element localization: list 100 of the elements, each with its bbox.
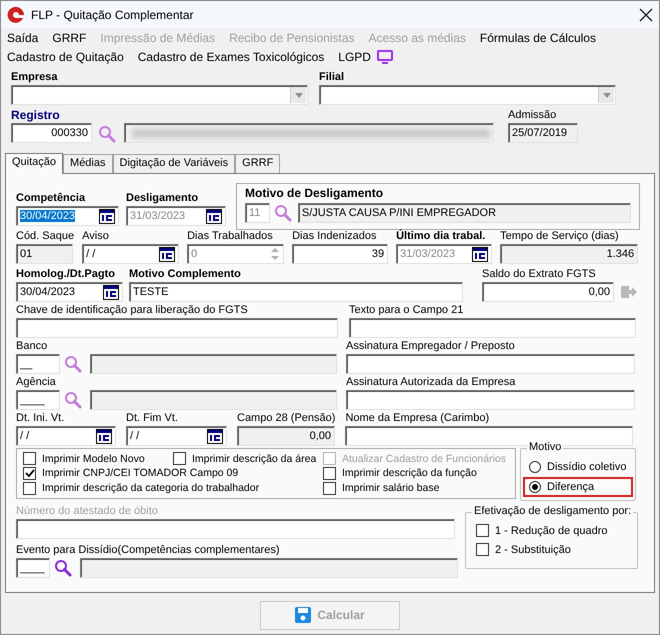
search-icon[interactable] [54, 559, 72, 577]
group-title: Motivo de Desligamento [245, 186, 384, 200]
tab[interactable]: Médias [63, 154, 112, 173]
checkbox[interactable] [476, 524, 489, 537]
checkbox[interactable] [173, 452, 186, 466]
monitor-icon[interactable] [376, 50, 393, 64]
field-label: Agência [16, 375, 57, 389]
group-title: Motivo [527, 441, 564, 453]
checkbox[interactable] [23, 482, 36, 495]
checkbox[interactable] [23, 466, 36, 480]
field-label: Registro [11, 108, 61, 122]
menu-item[interactable]: Saída [7, 30, 38, 44]
field-label: Saldo do Extrato FGTS [482, 267, 597, 281]
field-label: Dias Indenizados [292, 229, 378, 243]
text-field[interactable] [349, 318, 636, 338]
field-label: Tempo de Serviço (dias) [500, 229, 620, 243]
text-field[interactable] [16, 519, 455, 539]
text-field[interactable]: TESTE [129, 282, 463, 302]
field-label: Homolog./Dt.Pagto [16, 267, 116, 281]
date-field[interactable]: / / [126, 426, 227, 446]
text-field[interactable]: 0,00 [237, 426, 335, 446]
field-label: Assinatura Autorizada da Empresa [346, 375, 516, 389]
radio[interactable] [529, 481, 541, 493]
checkbox-option[interactable]: Imprimir descrição da área [173, 452, 316, 466]
field-label: Dias Trabalhados [187, 229, 274, 243]
search-icon[interactable] [274, 204, 292, 222]
dropdown-field[interactable] [11, 85, 308, 105]
search-icon[interactable] [64, 355, 82, 373]
field-label: Competência [16, 191, 86, 205]
checkbox-option[interactable]: Imprimir descrição da função [323, 466, 477, 480]
field-label: Assinatura Empregador / Preposto [346, 339, 516, 353]
dropdown-arrow-icon[interactable] [602, 92, 610, 98]
code-field[interactable]: ____ [16, 558, 50, 578]
field-label: Último dia trabal. [396, 229, 486, 243]
text-field[interactable]: 000330 [11, 123, 92, 143]
checkbox-option[interactable]: Imprimir descrição da categoria do trabalhador [23, 481, 260, 495]
window-title: FLP - Quitação Complementar [31, 8, 195, 22]
field-label: Dt. Ini. Vt. [16, 411, 66, 425]
field-label: Banco [16, 339, 48, 353]
field-label: Nome da Empresa (Carimbo) [345, 411, 490, 425]
field-label: Motivo Complemento [129, 267, 242, 281]
calendar-icon[interactable] [99, 208, 115, 224]
tab[interactable]: Quitação [5, 153, 64, 174]
field-label: Chave de identificação para liberação do FGTS [16, 303, 249, 317]
checkbox-option[interactable]: Imprimir CNPJ/CEI TOMADOR Campo 09 [23, 466, 238, 480]
field-label: Dt. Fim Vt. [126, 411, 179, 425]
text-field[interactable]: 1.346 [500, 244, 638, 264]
text-field[interactable] [346, 390, 635, 410]
dropdown-arrow-icon[interactable] [294, 92, 302, 98]
checkbox-option[interactable]: 1 - Redução de quadro [476, 524, 631, 537]
text-field[interactable] [346, 354, 635, 374]
date-field[interactable]: 25/07/2019 [508, 123, 578, 143]
calendar-icon[interactable] [207, 428, 223, 444]
field-label: Cód. Saque [16, 229, 74, 243]
field-label: Admissão [508, 108, 558, 122]
field-label: Evento para Dissídio(Competências complementares) [16, 543, 281, 557]
date-field[interactable]: / / [16, 426, 116, 446]
code-field[interactable]: ____ [16, 390, 60, 410]
checkbox[interactable] [476, 543, 489, 556]
checkbox-option[interactable]: Imprimir Modelo Novo [23, 452, 145, 466]
field-label: Número do atestado de óbito [16, 504, 159, 518]
date-field[interactable]: 30/04/2023 [16, 206, 119, 226]
tab[interactable]: GRRF [235, 154, 280, 173]
field-label: Texto para o Campo 21 [349, 303, 464, 317]
radio-option[interactable]: Dissídio coletivo [523, 457, 633, 477]
calendar-icon[interactable] [103, 284, 119, 300]
dropdown-field[interactable] [319, 85, 616, 105]
menu-item[interactable]: Cadastro de Exames Toxicológicos [138, 50, 324, 64]
code-field[interactable]: __ [16, 354, 60, 374]
text-field[interactable]: 01 [16, 244, 73, 264]
field-label: Desligamento [126, 191, 200, 205]
search-icon[interactable] [64, 391, 82, 409]
close-icon[interactable] [639, 8, 653, 22]
text-field[interactable] [16, 318, 338, 338]
calendar-icon[interactable] [159, 246, 176, 262]
text-field[interactable]: 39 [292, 244, 388, 264]
menu-item[interactable]: Fórmulas de Cálculos [480, 30, 596, 44]
date-field[interactable]: / / [82, 244, 180, 264]
field-label: Filial [319, 70, 346, 84]
checkbox[interactable] [23, 452, 36, 466]
radio-option[interactable]: Diferença [523, 477, 633, 497]
menu-item[interactable]: GRRF [52, 30, 86, 44]
description-field: S/JUSTA CAUSA P/INI EMPREGADOR [298, 203, 631, 223]
app-logo-icon [7, 6, 25, 24]
checkbox-option[interactable]: 2 - Substituição [476, 543, 631, 556]
group-title: Efetivação de desligamento por: [472, 505, 634, 517]
field-label: Campo 28 (Pensão) [237, 411, 336, 425]
menu-item[interactable]: Cadastro de Quitação [7, 50, 124, 64]
checkbox-option[interactable]: Imprimir salário base [323, 481, 440, 495]
check-icon [24, 468, 34, 478]
checkbox[interactable] [323, 466, 336, 480]
field-label: Empresa [11, 70, 58, 84]
date-field[interactable]: 30/04/2023 [16, 282, 123, 302]
tab[interactable]: Digitação de Variáveis [112, 154, 236, 173]
menu-item[interactable]: LGPD [338, 50, 371, 64]
text-field[interactable]: 0,00 [482, 282, 614, 302]
checkbox[interactable] [323, 482, 336, 495]
field-label: Aviso [82, 229, 110, 243]
calendar-icon[interactable] [96, 428, 112, 444]
radio[interactable] [529, 461, 541, 473]
